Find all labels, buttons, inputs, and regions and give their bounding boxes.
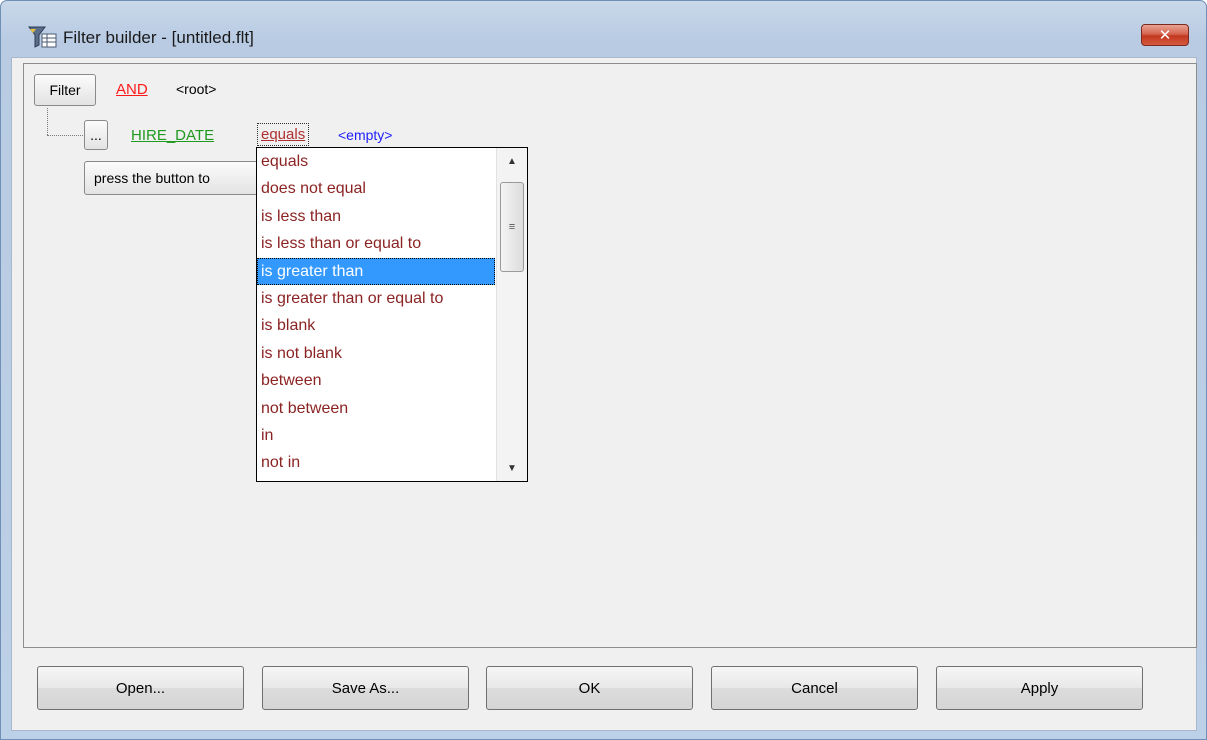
operator-option[interactable]: does not equal (257, 175, 495, 202)
tree-connector-vertical (47, 108, 48, 135)
operator-option[interactable]: not in (257, 449, 495, 476)
cancel-button[interactable]: Cancel (711, 666, 918, 710)
operator-option[interactable]: not between (257, 395, 495, 422)
filter-builder-icon (28, 26, 57, 48)
operator-option[interactable]: is greater than or equal to (257, 285, 495, 312)
operator-option[interactable]: is less than (257, 203, 495, 230)
filter-tree: Filter AND <root> ... HIRE_DATE equals <… (23, 63, 1197, 648)
operator-option[interactable]: in (257, 422, 495, 449)
close-icon: ✕ (1158, 27, 1172, 44)
add-condition-button[interactable]: press the button to (84, 161, 274, 195)
root-label: <root> (176, 81, 217, 97)
operator-option[interactable]: is blank (257, 312, 495, 339)
condition-operator-link[interactable]: equals (257, 123, 310, 146)
open-button[interactable]: Open... (37, 666, 244, 710)
ok-button-label: OK (578, 679, 601, 697)
scroll-down-arrow-icon[interactable]: ▼ (497, 455, 527, 481)
close-button[interactable]: ✕ (1141, 24, 1189, 46)
save-as-button[interactable]: Save As... (262, 666, 469, 710)
operator-option[interactable]: is greater than (257, 257, 495, 285)
dropdown-scrollbar[interactable]: ▲ ≡ ▼ (496, 148, 527, 481)
operator-option[interactable]: between (257, 367, 495, 394)
client-area: Filter AND <root> ... HIRE_DATE equals <… (11, 57, 1197, 731)
filter-menu-button[interactable]: Filter (34, 74, 96, 106)
title-bar: Filter builder - [untitled.flt] ✕ (1, 1, 1206, 53)
cancel-button-label: Cancel (791, 679, 838, 697)
open-button-label: Open... (115, 679, 166, 697)
filter-builder-window: Filter builder - [untitled.flt] ✕ Filter… (0, 0, 1207, 740)
group-operator-link[interactable]: AND (116, 81, 148, 98)
window-title: Filter builder - [untitled.flt] (63, 28, 254, 47)
ok-button[interactable]: OK (486, 666, 693, 710)
dialog-buttons: Open... Save As... OK Cancel Apply (37, 666, 1177, 710)
condition-field-link[interactable]: HIRE_DATE (131, 127, 214, 144)
operator-option[interactable]: equals (257, 148, 495, 175)
operator-option[interactable]: is less than or equal to (257, 230, 495, 257)
operator-dropdown[interactable]: equals does not equal is less than is less … (256, 147, 528, 482)
condition-options-button[interactable]: ... (84, 120, 108, 150)
scrollbar-thumb[interactable]: ≡ (500, 182, 524, 272)
apply-button-label: Apply (1020, 679, 1059, 697)
operator-list: equals does not equal is less than is less … (257, 148, 527, 477)
tree-connector-horizontal (47, 135, 83, 136)
scroll-up-arrow-icon[interactable]: ▲ (497, 148, 527, 174)
save-as-button-label: Save As... (331, 679, 400, 697)
operator-option[interactable]: is not blank (257, 340, 495, 367)
condition-value-link[interactable]: <empty> (338, 127, 392, 143)
apply-button[interactable]: Apply (936, 666, 1143, 710)
